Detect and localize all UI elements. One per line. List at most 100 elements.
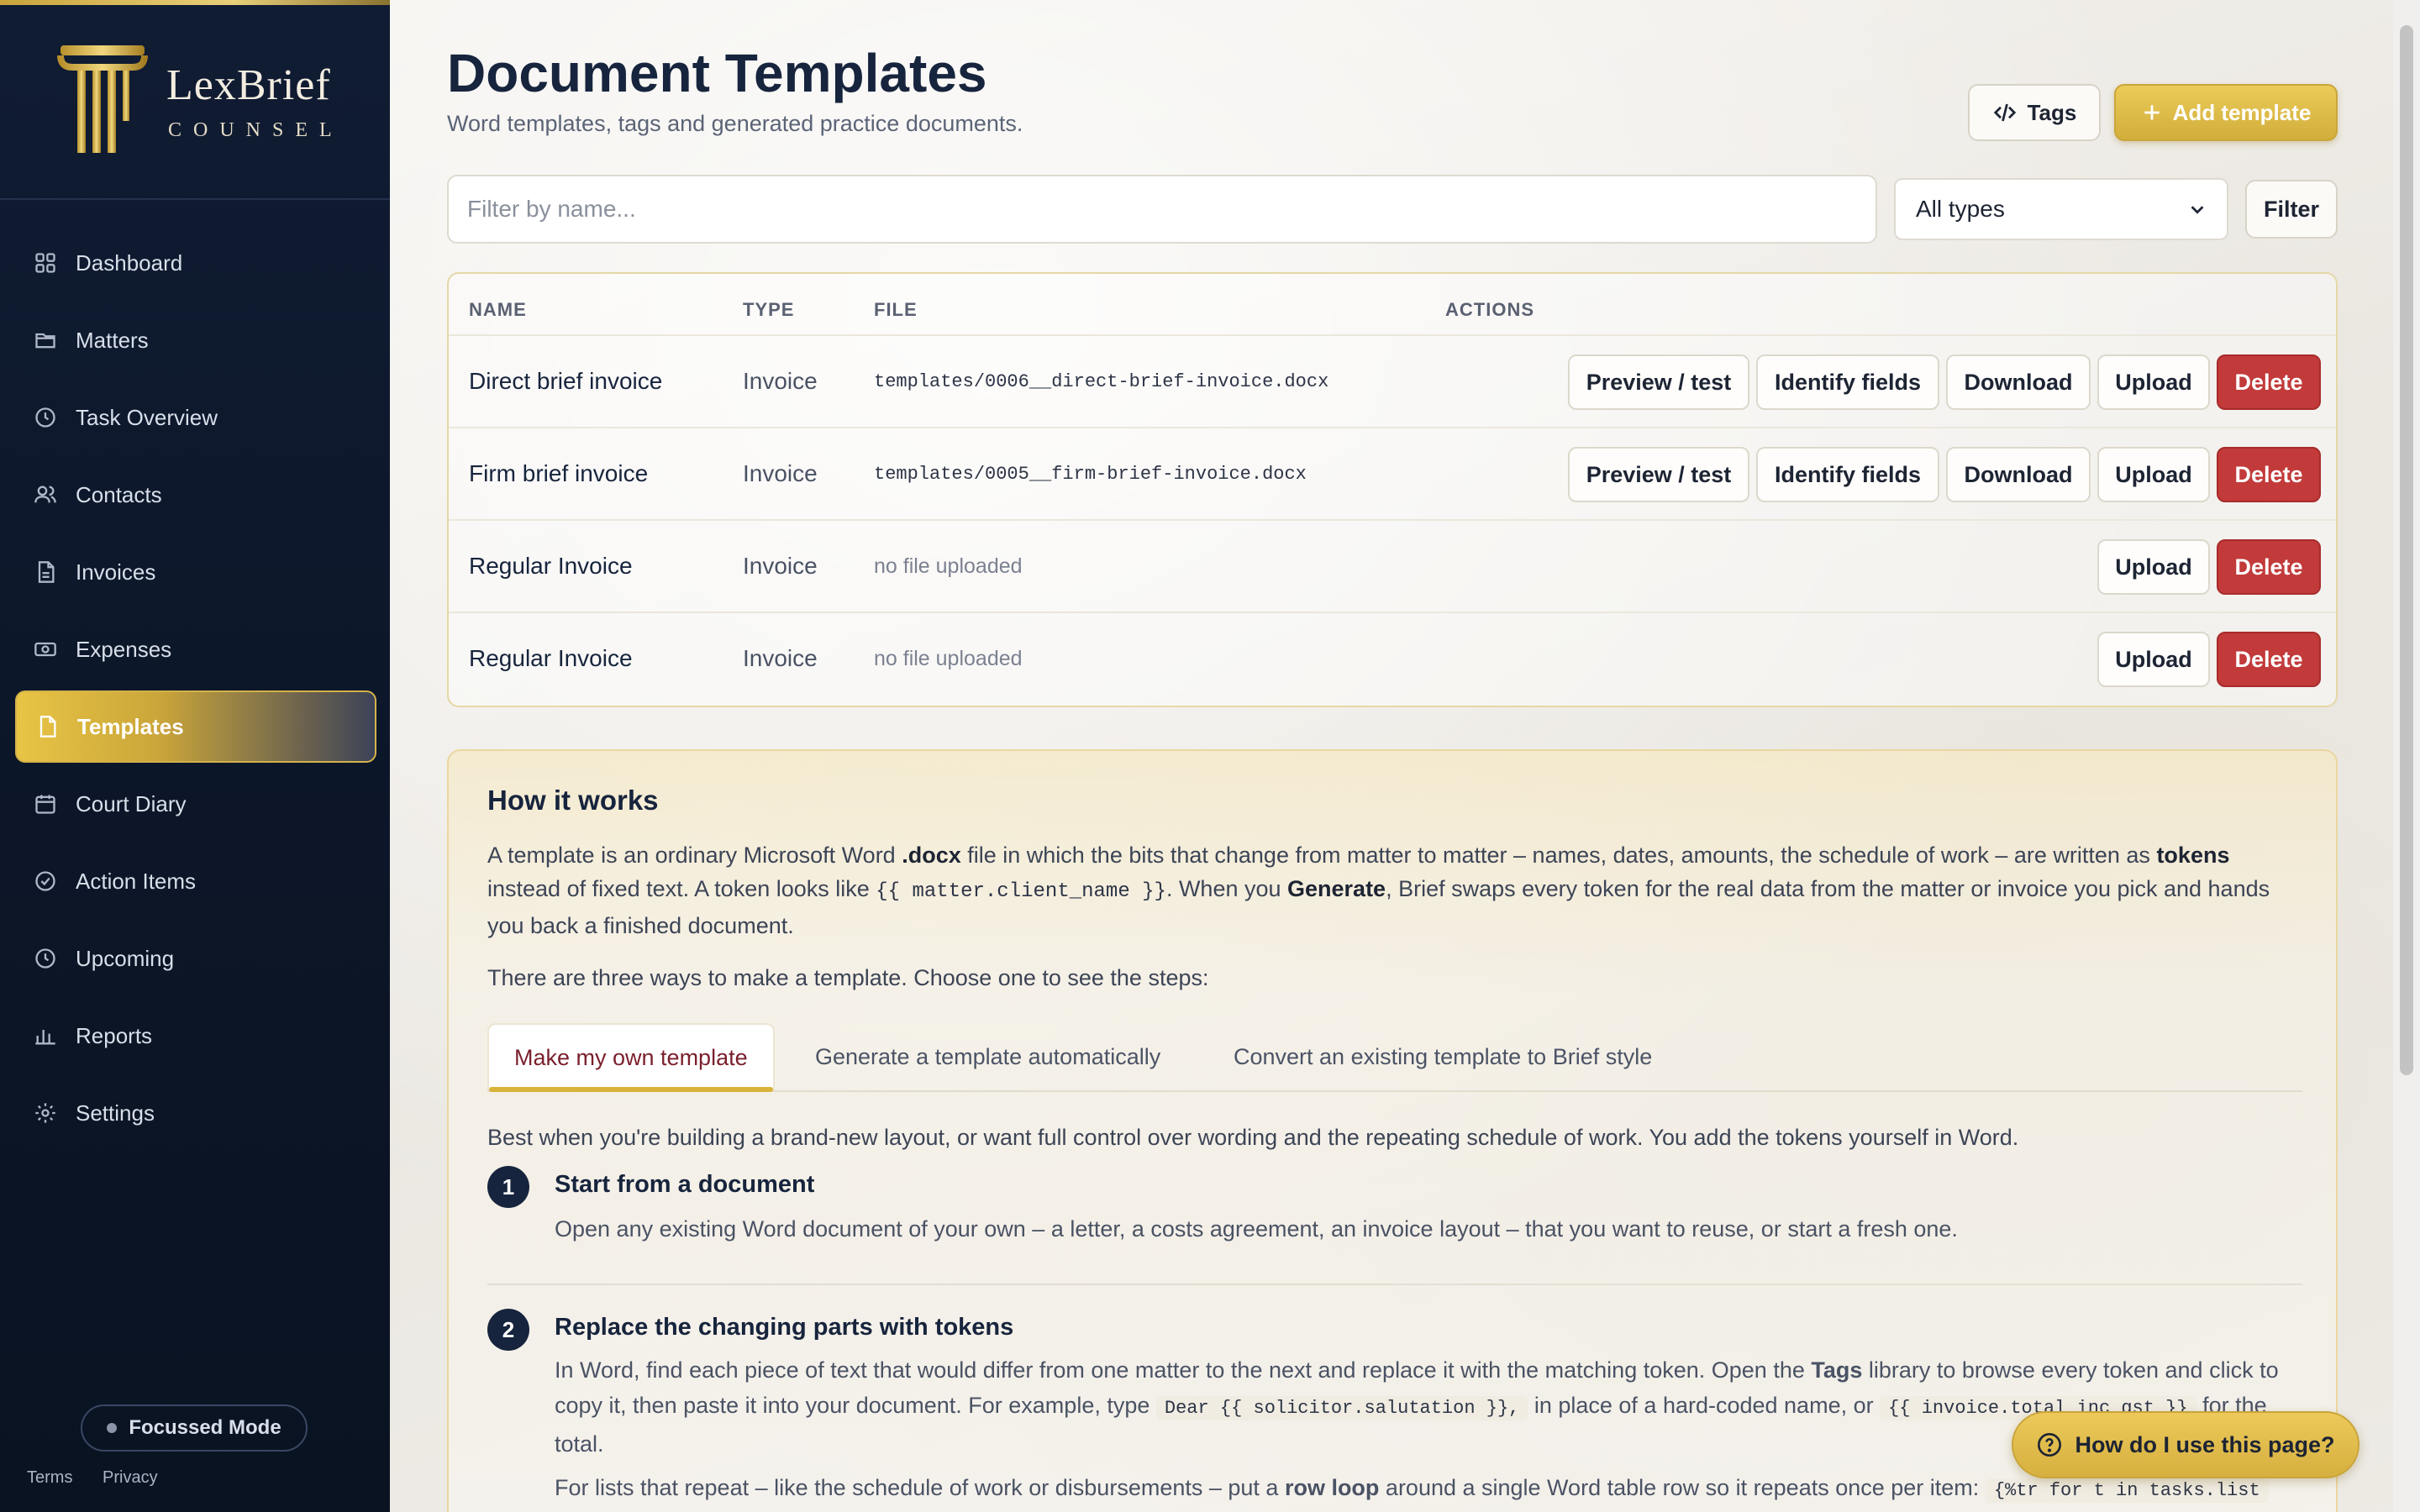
- sidebar-accent-line: [0, 0, 390, 5]
- download-button[interactable]: Download: [1946, 354, 2091, 410]
- sidebar-item-label: Court Diary: [76, 790, 187, 816]
- step-divider: [487, 1284, 2302, 1285]
- sidebar-item-expenses[interactable]: Expenses: [15, 613, 376, 685]
- delete-button[interactable]: Delete: [2217, 632, 2321, 687]
- focus-mode-button[interactable]: Focussed Mode: [81, 1404, 308, 1452]
- delete-button[interactable]: Delete: [2217, 354, 2321, 410]
- sidebar-item-matters[interactable]: Matters: [15, 304, 376, 376]
- ways-text: There are three ways to make a template.…: [487, 965, 1209, 990]
- sidebar-item-dashboard[interactable]: Dashboard: [15, 227, 376, 299]
- row-loop-term: row loop: [1284, 1475, 1380, 1500]
- sidebar-nav: Dashboard Matters Task Overview Contacts…: [15, 227, 376, 1154]
- brand-name: LexBrief: [166, 61, 331, 109]
- token-example: {%tr for t in tasks.list: [1985, 1478, 2269, 1503]
- template-name: Regular Invoice: [469, 645, 633, 671]
- main-content: Document Templates Word templates, tags …: [390, 0, 2393, 1512]
- file-icon: [35, 715, 59, 738]
- cash-icon: [34, 638, 57, 661]
- table-row: Regular Invoice Invoice no file uploaded…: [449, 519, 2336, 613]
- intro-tokens: tokens: [2156, 843, 2230, 868]
- check-circle-icon: [34, 869, 57, 893]
- step-title: Replace the changing parts with tokens: [555, 1314, 1014, 1341]
- sidebar-item-label: Settings: [76, 1100, 155, 1126]
- step-title: Start from a document: [555, 1171, 815, 1198]
- page-title: Document Templates: [447, 43, 987, 103]
- tags-link[interactable]: Tags: [1811, 1357, 1862, 1383]
- column-header-actions: ACTIONS: [1445, 299, 1534, 320]
- add-template-button[interactable]: Add template: [2114, 84, 2338, 141]
- file-text-icon: [34, 560, 57, 584]
- upload-button[interactable]: Upload: [2097, 354, 2210, 410]
- step-number: 1: [487, 1166, 529, 1208]
- plus-icon: [2144, 105, 2160, 120]
- sidebar-item-settings[interactable]: Settings: [15, 1077, 376, 1149]
- filter-button[interactable]: Filter: [2245, 180, 2338, 239]
- template-file: templates/0006__direct-brief-invoice.doc…: [874, 371, 1329, 392]
- question-circle-icon: [2038, 1433, 2062, 1457]
- filter-name-input[interactable]: [447, 175, 1877, 244]
- upload-button[interactable]: Upload: [2097, 632, 2210, 687]
- bar-chart-icon: [34, 1024, 57, 1047]
- chevron-down-icon: [2191, 206, 2204, 214]
- table-row: Direct brief invoice Invoice templates/0…: [449, 334, 2336, 428]
- sidebar-item-label: Templates: [77, 713, 184, 739]
- type-select[interactable]: All types: [1894, 178, 2228, 240]
- preview-test-button[interactable]: Preview / test: [1568, 447, 1749, 502]
- page-subtitle: Word templates, tags and generated pract…: [447, 111, 1023, 136]
- tab-generate-automatically[interactable]: Generate a template automatically: [815, 1023, 1160, 1090]
- intro-token-example: {{ matter.client_name }}: [876, 880, 1166, 903]
- delete-button[interactable]: Delete: [2217, 447, 2321, 502]
- sidebar-item-action-items[interactable]: Action Items: [15, 845, 376, 917]
- identify-fields-button[interactable]: Identify fields: [1756, 354, 1939, 410]
- tab-make-my-own[interactable]: Make my own template: [487, 1023, 775, 1092]
- privacy-link[interactable]: Privacy: [103, 1468, 158, 1487]
- scrollbar-thumb[interactable]: [2400, 25, 2413, 1075]
- help-button[interactable]: How do I use this page?: [2012, 1411, 2360, 1478]
- upload-button[interactable]: Upload: [2097, 447, 2210, 502]
- step-text-part: In Word, find each piece of text that wo…: [555, 1357, 1812, 1383]
- type-select-value: All types: [1916, 196, 2005, 222]
- tags-button-label: Tags: [2027, 99, 2077, 125]
- template-file: templates/0005__firm-brief-invoice.docx: [874, 464, 1307, 485]
- tags-button[interactable]: Tags: [1968, 84, 2101, 141]
- sidebar-item-contacts[interactable]: Contacts: [15, 459, 376, 531]
- help-button-label: How do I use this page?: [2075, 1431, 2335, 1457]
- how-it-works-title: How it works: [487, 785, 659, 816]
- sidebar-item-task-overview[interactable]: Task Overview: [15, 381, 376, 454]
- status-dot-icon: [107, 1423, 118, 1433]
- tab-convert-existing[interactable]: Convert an existing template to Brief st…: [1234, 1023, 1652, 1090]
- intro-text: . When you: [1165, 876, 1288, 901]
- identify-fields-button[interactable]: Identify fields: [1756, 447, 1939, 502]
- delete-button[interactable]: Delete: [2217, 539, 2321, 595]
- preview-test-button[interactable]: Preview / test: [1568, 354, 1749, 410]
- template-method-tabs: Make my own template Generate a template…: [487, 1023, 2302, 1092]
- sidebar-item-upcoming[interactable]: Upcoming: [15, 922, 376, 995]
- sidebar-divider: [0, 198, 390, 200]
- token-example: Dear {{ solicitor.salutation }},: [1155, 1396, 1528, 1420]
- upload-button[interactable]: Upload: [2097, 539, 2210, 595]
- template-type: Invoice: [743, 368, 818, 394]
- code-icon: [1993, 103, 2016, 122]
- intro-text: file in which the bits that change from …: [960, 843, 2157, 868]
- brand-logo[interactable]: LexBrief COUNSEL: [57, 42, 343, 161]
- intro-docx: .docx: [902, 843, 961, 868]
- sidebar-item-label: Matters: [76, 327, 149, 353]
- sidebar-item-templates[interactable]: Templates: [15, 690, 376, 763]
- template-name: Regular Invoice: [469, 553, 633, 579]
- brand-subtitle: COUNSEL: [168, 119, 344, 141]
- column-header-type: TYPE: [743, 299, 795, 320]
- template-type: Invoice: [743, 553, 818, 579]
- sidebar-item-reports[interactable]: Reports: [15, 1000, 376, 1072]
- step-text-part: around a single Word table row so it rep…: [1379, 1475, 1986, 1500]
- download-button[interactable]: Download: [1946, 447, 2091, 502]
- step-text-part: For lists that repeat – like the schedul…: [555, 1475, 1285, 1500]
- grid-icon: [34, 251, 57, 275]
- sidebar-item-court-diary[interactable]: Court Diary: [15, 768, 376, 840]
- sidebar-item-label: Expenses: [76, 636, 172, 662]
- sidebar-item-invoices[interactable]: Invoices: [15, 536, 376, 608]
- intro-text: instead of fixed text. A token looks lik…: [487, 876, 876, 901]
- table-row: Regular Invoice Invoice no file uploaded…: [449, 612, 2336, 706]
- template-type: Invoice: [743, 460, 818, 486]
- intro-generate: Generate: [1287, 876, 1386, 901]
- terms-link[interactable]: Terms: [27, 1468, 72, 1487]
